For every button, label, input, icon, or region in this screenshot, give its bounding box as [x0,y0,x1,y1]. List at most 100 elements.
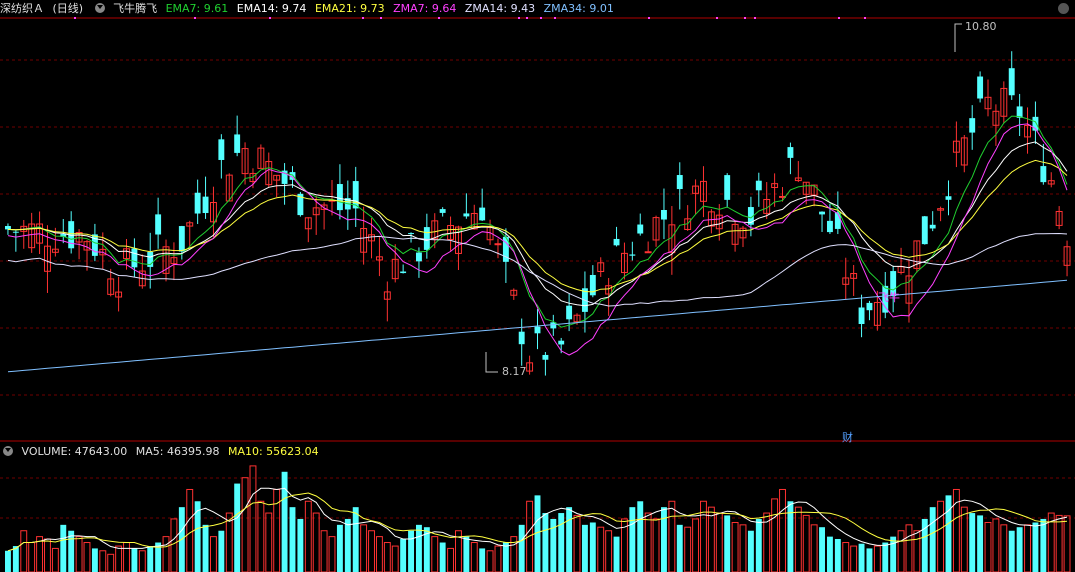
volume-bar [20,530,28,572]
volume-bar [225,512,233,572]
volume-bar [439,542,446,572]
candle-body [755,180,762,191]
volume-bar [447,547,455,572]
candle-body [336,184,343,211]
volume-bar [842,542,850,572]
volume-bar [605,530,613,572]
signal-dot [838,17,840,19]
volume-bar [391,545,399,572]
low-price-label: 8.17 [502,365,527,378]
candle-body [629,254,636,256]
volume-bar [850,545,858,572]
volume-bar [375,536,383,572]
period-label: (日线) [52,2,84,15]
volume-bar [241,477,249,572]
volume-bar [890,536,897,572]
volume-bar [692,518,700,572]
candle-body [5,226,11,230]
volume-bar [755,518,762,572]
volume-bar [312,512,320,572]
volume-bar [123,542,130,572]
volume-bar [969,513,976,572]
stock-chart[interactable] [0,0,1075,572]
ema21-line [7,159,1068,293]
volume-bar [668,500,676,572]
volume-bar [637,501,644,572]
volume-bar [589,522,596,572]
stock-name: 深纺织Ａ [0,2,44,15]
volume-bar [202,524,209,572]
volume-bar [383,542,391,572]
candle-body [644,251,652,254]
volume-bar [819,527,825,572]
volume-bar [83,542,91,572]
volume-bar [368,530,375,572]
volume-bar [186,488,194,572]
ema21-value: EMA21: 9.73 [314,2,385,15]
volume-bar [882,542,889,572]
volume-bar [929,507,936,572]
volume-bar [905,524,913,572]
volume-bar [1032,522,1039,572]
volume-bar [771,498,779,572]
volume-bar [652,518,660,572]
volume-bar [234,483,241,572]
volume-bar [494,545,502,572]
volume-bar [897,530,905,572]
volume-bar [1000,524,1008,572]
dropdown-icon[interactable] [3,446,13,456]
volume-bar [502,542,509,572]
volume-indicator-header: VOLUME: 47643.00 MA5: 46395.98 MA10: 556… [0,443,324,461]
volume-bar [12,546,19,572]
settings-icon[interactable] [1058,3,1069,14]
zma7-value: ZMA7: 9.64 [393,2,457,15]
volume-bar [1055,514,1063,572]
signal-dot [744,17,746,19]
main-indicator-header: 深纺织Ａ (日线) 飞牛腾飞 EMA7: 9.61 EMA14: 9.74 EM… [0,0,619,18]
candle-body [613,238,620,246]
finance-marker[interactable]: 财 [842,429,853,445]
volume-bar [470,542,478,572]
zma34-line [7,279,1068,373]
volume-bar [257,500,265,572]
candle-body [479,207,486,221]
volume-bar [960,506,968,572]
high-marker-line [954,23,962,52]
candle-body [202,196,209,214]
candle-body [400,271,407,274]
volume-bar [992,518,1000,572]
dropdown-icon[interactable] [94,3,105,13]
volume-bar [913,530,921,572]
candle-body [866,302,873,311]
volume-bar [360,524,368,572]
volume-bar [138,550,146,572]
volume-bar [1040,518,1047,572]
volume-bar [147,546,154,572]
signal-dot [648,17,650,19]
volume-bar [107,553,115,572]
candle-body [819,211,825,215]
candle-body [787,147,794,158]
high-price-label: 10.80 [965,20,997,33]
volume-bar [731,521,739,572]
volume-bar [162,536,170,572]
volume-bar [858,543,865,572]
candle-body [12,231,19,233]
volume-bar [1008,530,1015,572]
volume-bar [866,548,873,572]
candle-body [234,134,241,153]
candle-body [921,216,928,245]
volume-bar [945,495,952,572]
zma14-value: ZMA14: 9.43 [464,2,536,15]
volume-bar [281,471,288,572]
candle-body [439,209,446,213]
candle-body [194,192,201,214]
candle-body [929,224,936,229]
volume-bar [91,548,98,572]
volume-bar [518,524,525,572]
candle-body [676,175,683,190]
candle-body [155,214,162,235]
volume-bar [415,524,422,572]
volume-bar [5,550,11,572]
volume-value: VOLUME: 47643.00 [21,445,128,458]
